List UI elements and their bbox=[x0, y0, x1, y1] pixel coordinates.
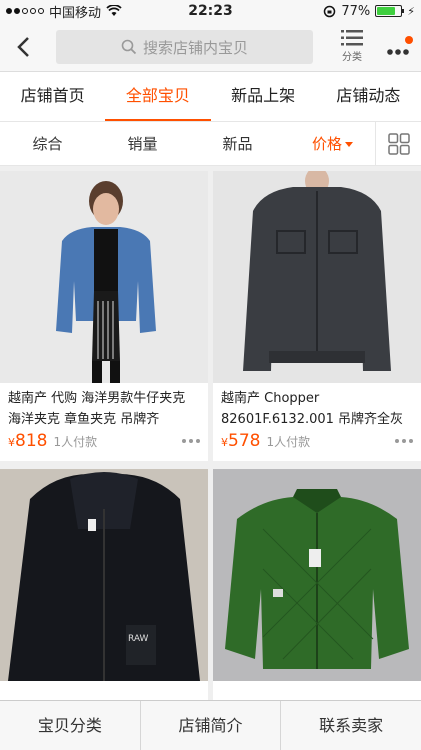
bottom-bar: 宝贝分类 店铺简介 联系卖家 bbox=[0, 700, 421, 750]
product-meta: ¥ 818 1人付款 bbox=[0, 431, 208, 461]
sort-comprehensive[interactable]: 综合 bbox=[0, 133, 95, 154]
product-title[interactable]: 越南产 代购 海洋男款牛仔夹克 海洋夹克 章鱼夹克 吊牌齐 bbox=[0, 383, 208, 431]
product-card[interactable]: 越南产 Chopper 82601F.6132.001 吊牌齐全灰色男款 ¥ 5… bbox=[213, 171, 421, 461]
price-symbol: ¥ bbox=[221, 436, 228, 449]
sort-price[interactable]: 价格 bbox=[285, 133, 380, 154]
battery-percent: 77% bbox=[341, 3, 371, 19]
item-categories-button[interactable]: 宝贝分类 bbox=[0, 701, 141, 750]
view-toggle-button[interactable] bbox=[375, 122, 421, 166]
battery-icon bbox=[375, 5, 405, 17]
sold-count: 1人付款 bbox=[266, 435, 311, 449]
product-price: 578 bbox=[228, 431, 261, 451]
sort-bar: 综合 销量 新品 价格 bbox=[0, 122, 421, 166]
tab-all-items[interactable]: 全部宝贝 bbox=[105, 72, 211, 121]
product-card[interactable]: RAW bbox=[0, 469, 208, 700]
more-dots-icon[interactable] bbox=[182, 439, 200, 443]
chevron-left-icon bbox=[17, 37, 29, 57]
nav-header: 搜索店铺内宝贝 分类 bbox=[0, 22, 421, 72]
list-icon bbox=[341, 30, 363, 46]
search-input[interactable]: 搜索店铺内宝贝 bbox=[56, 30, 313, 64]
price-symbol: ¥ bbox=[8, 436, 15, 449]
gray-jacket-photo[interactable] bbox=[213, 171, 421, 383]
shop-tabs: 店铺首页 全部宝贝 新品上架 店铺动态 bbox=[0, 72, 421, 122]
category-button[interactable]: 分类 bbox=[332, 28, 372, 63]
green-quilted-jacket-photo[interactable] bbox=[213, 469, 421, 681]
charging-icon: ⚡ bbox=[407, 4, 415, 18]
category-label: 分类 bbox=[342, 52, 362, 63]
back-button[interactable] bbox=[10, 32, 40, 62]
product-meta: ¥ 578 1人付款 bbox=[213, 431, 421, 461]
sort-price-label: 价格 bbox=[311, 135, 342, 153]
sold-count: 1人付款 bbox=[53, 435, 98, 449]
search-icon bbox=[121, 39, 137, 55]
product-title[interactable]: 越南产 Chopper 82601F.6132.001 吊牌齐全灰色男款 bbox=[213, 383, 421, 431]
product-grid: 越南产 代购 海洋男款牛仔夹克 海洋夹克 章鱼夹克 吊牌齐 ¥ 818 1人付款… bbox=[0, 166, 421, 700]
tab-shop-news[interactable]: 店铺动态 bbox=[316, 72, 421, 121]
product-card[interactable] bbox=[213, 469, 421, 700]
caret-down-icon bbox=[345, 142, 353, 147]
svg-text:RAW: RAW bbox=[128, 634, 149, 644]
contact-seller-button[interactable]: 联系卖家 bbox=[281, 701, 421, 750]
shop-intro-button[interactable]: 店铺简介 bbox=[141, 701, 282, 750]
more-button[interactable] bbox=[383, 32, 417, 62]
denim-jacket-model-photo[interactable] bbox=[0, 171, 208, 383]
notification-dot bbox=[405, 36, 413, 44]
product-card[interactable]: 越南产 代购 海洋男款牛仔夹克 海洋夹克 章鱼夹克 吊牌齐 ¥ 818 1人付款 bbox=[0, 171, 208, 461]
product-title[interactable] bbox=[213, 681, 421, 700]
search-placeholder: 搜索店铺内宝贝 bbox=[142, 38, 248, 57]
status-bar: 中国移动 22:23 77% ⚡ bbox=[0, 0, 421, 22]
product-title[interactable] bbox=[0, 681, 208, 700]
black-hooded-parka-photo[interactable]: RAW bbox=[0, 469, 208, 681]
sort-newest[interactable]: 新品 bbox=[190, 133, 285, 154]
sort-sales[interactable]: 销量 bbox=[95, 133, 190, 154]
tab-new-arrivals[interactable]: 新品上架 bbox=[211, 72, 316, 121]
status-right: 77% ⚡ bbox=[323, 4, 415, 19]
grid-view-icon bbox=[387, 133, 410, 155]
more-dots-icon[interactable] bbox=[395, 439, 413, 443]
product-price: 818 bbox=[15, 431, 48, 451]
tab-shop-home[interactable]: 店铺首页 bbox=[0, 72, 105, 121]
rotation-lock-icon bbox=[324, 5, 336, 17]
